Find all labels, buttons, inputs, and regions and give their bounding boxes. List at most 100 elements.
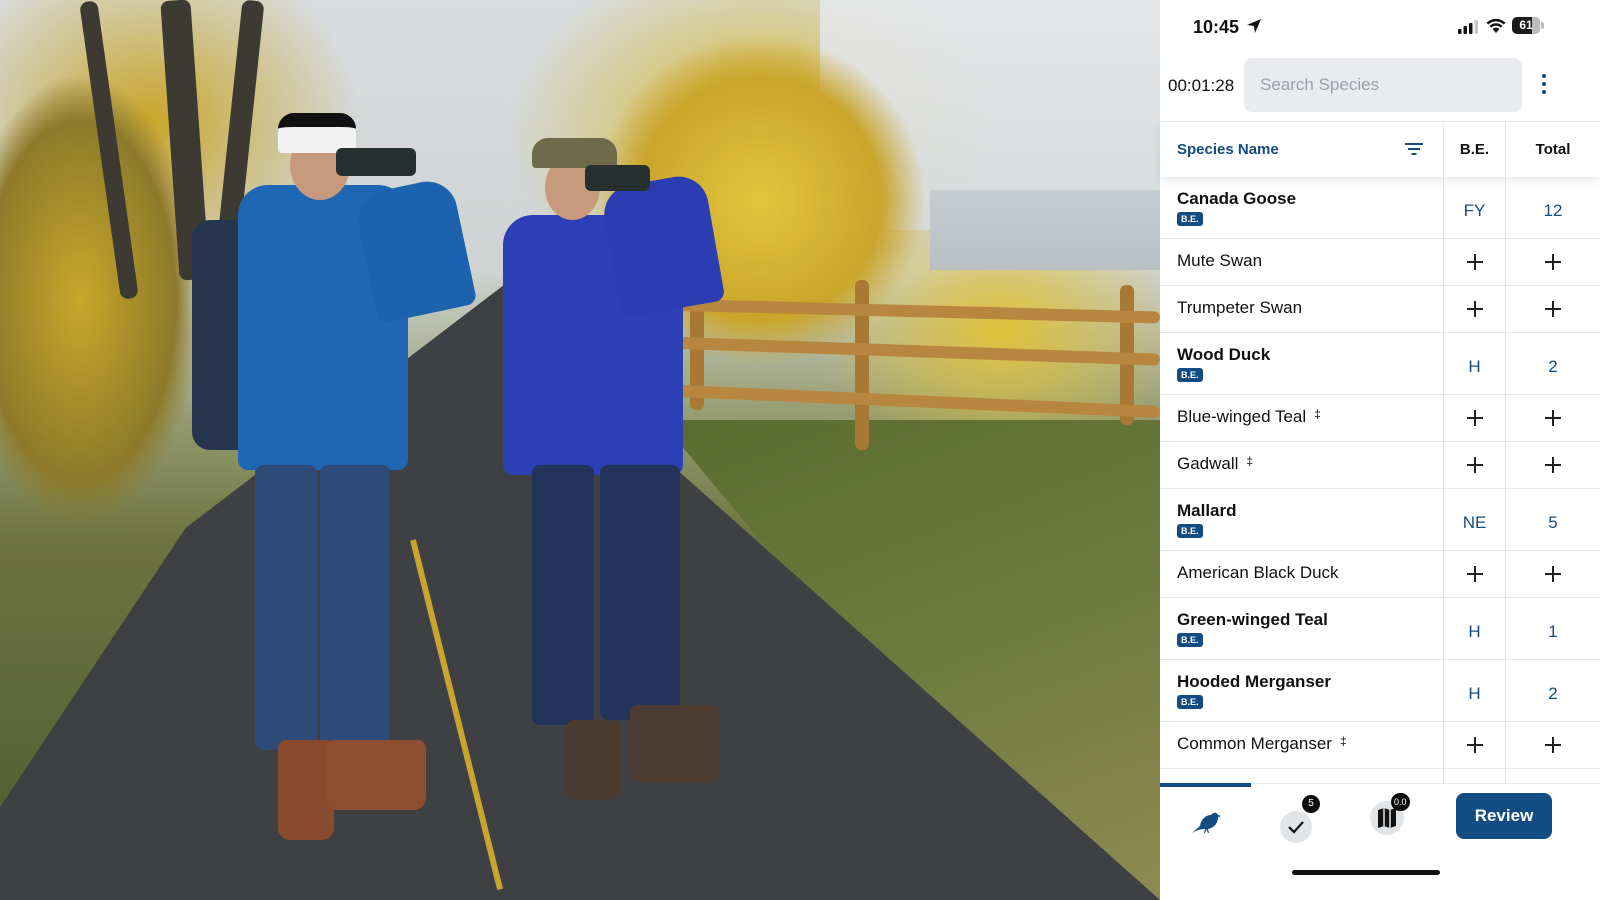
species-row[interactable]: Blue-winged Teal ‡ <box>1160 395 1600 442</box>
species-name-cell[interactable]: Mallard B.E. <box>1177 489 1437 550</box>
add-breeding-code-button[interactable] <box>1443 395 1505 441</box>
plus-icon <box>1545 566 1561 582</box>
total-count-cell[interactable]: 2 <box>1505 333 1600 394</box>
species-name: Hooded Merganser <box>1177 672 1331 691</box>
species-name-cell[interactable]: Wood Duck B.E. <box>1177 333 1437 394</box>
total-count-cell-value: 2 <box>1548 683 1558 703</box>
breeding-code-cell[interactable]: H <box>1443 333 1505 394</box>
breeding-evidence-badge: B.E. <box>1177 695 1203 709</box>
species-name-cell[interactable]: Gadwall ‡ <box>1177 442 1437 488</box>
signal-icon <box>1458 20 1478 34</box>
species-name-cell[interactable]: Mute Swan <box>1177 239 1437 285</box>
column-header-be: B.E. <box>1443 122 1505 178</box>
search-species-input[interactable] <box>1244 58 1522 112</box>
species-name: Green-winged Teal <box>1177 610 1328 629</box>
add-count-button[interactable] <box>1505 442 1600 488</box>
add-count-button[interactable] <box>1505 722 1600 768</box>
species-name: Common Merganser <box>1177 734 1332 753</box>
species-name-cell[interactable]: American Black Duck <box>1177 551 1437 597</box>
breeding-evidence-badge: B.E. <box>1177 212 1203 226</box>
breeding-code-cell[interactable]: NE <box>1443 489 1505 550</box>
species-name-cell[interactable]: Blue-winged Teal ‡ <box>1177 395 1437 441</box>
species-row[interactable]: Mallard B.E. NE 5 <box>1160 489 1600 551</box>
species-name-cell[interactable]: Hooded Merganser B.E. <box>1177 660 1437 721</box>
species-name: American Black Duck <box>1177 563 1339 582</box>
battery-icon: 61 <box>1512 17 1540 34</box>
add-count-button[interactable] <box>1505 395 1600 441</box>
add-breeding-code-button[interactable] <box>1443 286 1505 332</box>
plus-icon <box>1545 410 1561 426</box>
breeding-code-cell[interactable]: H <box>1443 598 1505 659</box>
species-row-partial <box>1160 769 1600 783</box>
battery-level: 61 <box>1519 18 1533 32</box>
breeding-evidence-badge: B.E. <box>1177 368 1203 382</box>
rare-species-marker: ‡ <box>1314 407 1321 421</box>
battery-nub <box>1541 22 1544 29</box>
column-header-species-name[interactable]: Species Name <box>1177 122 1279 178</box>
total-count-cell[interactable]: 12 <box>1505 177 1600 238</box>
distance-badge: 0.0 <box>1391 793 1410 811</box>
plus-icon <box>1545 457 1561 473</box>
total-count-cell[interactable]: 5 <box>1505 489 1600 550</box>
species-row[interactable]: Wood Duck B.E. H 2 <box>1160 333 1600 395</box>
species-list: Canada Goose B.E. FY 12 Mute Swan Trumpeter S… <box>1160 177 1600 783</box>
cell <box>1443 769 1505 783</box>
species-name-cell[interactable]: Common Merganser ‡ <box>1177 722 1437 768</box>
plus-icon <box>1466 737 1483 753</box>
species-row[interactable]: Canada Goose B.E. FY 12 <box>1160 177 1600 239</box>
plus-icon <box>1466 566 1483 582</box>
total-count-cell-value: 2 <box>1548 356 1558 376</box>
species-table-header: Species Name B.E. Total <box>1160 121 1600 178</box>
plus-icon <box>1466 410 1483 426</box>
species-row[interactable]: Hooded Merganser B.E. H 2 <box>1160 660 1600 722</box>
species-name: Gadwall <box>1177 454 1239 473</box>
species-name: Wood Duck <box>1177 345 1271 364</box>
home-indicator[interactable] <box>1292 870 1440 875</box>
species-name-cell[interactable]: Trumpeter Swan <box>1177 286 1437 332</box>
plus-icon <box>1545 254 1561 270</box>
checklist-timer: 00:01:28 <box>1168 76 1235 95</box>
add-count-button[interactable] <box>1505 286 1600 332</box>
species-name: Mute Swan <box>1177 251 1263 270</box>
species-row[interactable]: Trumpeter Swan <box>1160 286 1600 333</box>
add-breeding-code-button[interactable] <box>1443 722 1505 768</box>
location-arrow-icon <box>1247 19 1261 33</box>
breeding-code-cell-value: H <box>1468 683 1481 703</box>
breeding-code-cell[interactable]: FY <box>1443 177 1505 238</box>
plus-icon <box>1545 301 1561 317</box>
checkmark-icon <box>1288 821 1304 834</box>
add-breeding-code-button[interactable] <box>1443 239 1505 285</box>
species-row[interactable]: Gadwall ‡ <box>1160 442 1600 489</box>
species-row[interactable]: Common Merganser ‡ <box>1160 722 1600 769</box>
total-count-cell[interactable]: 2 <box>1505 660 1600 721</box>
species-row[interactable]: Green-winged Teal B.E. H 1 <box>1160 598 1600 660</box>
bird-icon[interactable] <box>1190 804 1222 836</box>
status-bar: 10:45 61 <box>1160 0 1600 52</box>
rare-species-marker: ‡ <box>1339 734 1347 748</box>
add-breeding-code-button[interactable] <box>1443 442 1505 488</box>
kebab-menu-icon[interactable] <box>1536 74 1552 96</box>
review-button[interactable]: Review <box>1456 793 1552 839</box>
total-count-cell[interactable]: 1 <box>1505 598 1600 659</box>
plus-icon <box>1466 457 1483 473</box>
background-photo-birders <box>0 0 1160 900</box>
add-count-button[interactable] <box>1505 239 1600 285</box>
checklist-app: 10:45 61 00:01:28 Species Name <box>1160 0 1600 900</box>
checklist-tab[interactable] <box>1280 811 1312 843</box>
species-name-cell[interactable]: Green-winged Teal B.E. <box>1177 598 1437 659</box>
species-name-cell[interactable]: Canada Goose B.E. <box>1177 177 1437 238</box>
species-row[interactable]: American Black Duck <box>1160 551 1600 598</box>
add-count-button[interactable] <box>1505 551 1600 597</box>
total-count-cell-value: 1 <box>1548 621 1558 641</box>
add-breeding-code-button[interactable] <box>1443 551 1505 597</box>
status-time: 10:45 <box>1193 17 1240 37</box>
species-row[interactable]: Mute Swan <box>1160 239 1600 286</box>
filter-sort-icon[interactable] <box>1405 142 1423 156</box>
cell <box>1505 769 1600 783</box>
column-header-total: Total <box>1505 122 1600 178</box>
wifi-icon <box>1486 18 1506 33</box>
breeding-code-cell[interactable]: H <box>1443 660 1505 721</box>
plus-icon <box>1466 301 1483 317</box>
breeding-code-cell-value: H <box>1468 621 1481 641</box>
plus-icon <box>1545 737 1561 753</box>
